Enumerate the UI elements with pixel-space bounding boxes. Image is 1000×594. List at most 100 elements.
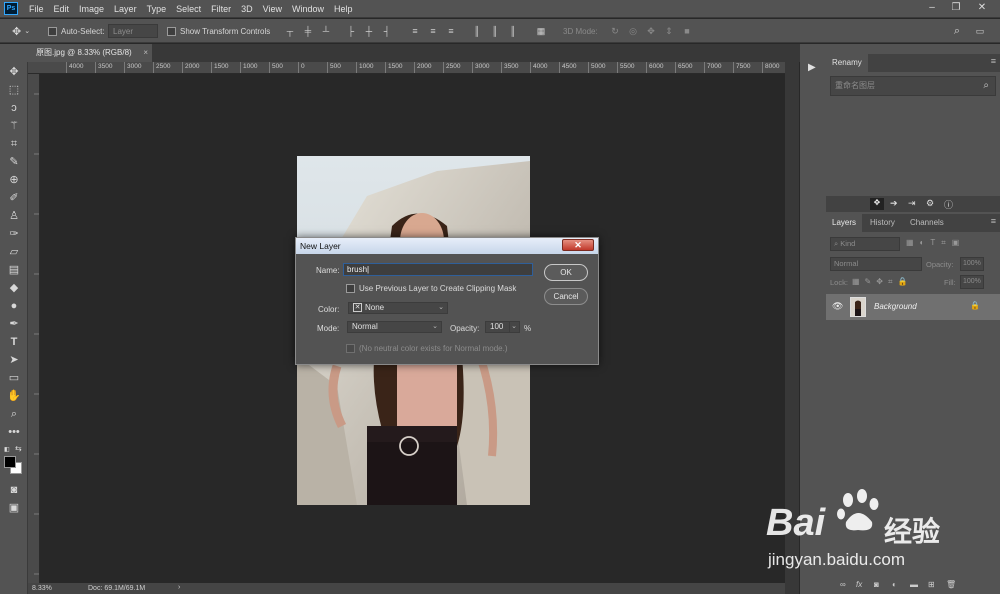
clipping-mask-checkbox[interactable] — [346, 284, 355, 293]
adjustment-layer-icon[interactable]: ◐ — [892, 580, 897, 589]
tab-layers[interactable]: Layers — [826, 214, 863, 232]
brush-tool-icon[interactable]: ✐ — [0, 190, 28, 206]
libraries-icon[interactable]: ✥ — [870, 198, 884, 210]
menu-filter[interactable]: Filter — [206, 0, 236, 18]
show-transform-checkbox[interactable]: Show Transform Controls — [167, 19, 270, 43]
trash-icon[interactable]: 🗑 — [946, 580, 956, 589]
auto-select-checkbox[interactable]: Auto-Select: — [48, 19, 105, 43]
document-tab[interactable]: 原图.jpg @ 8.33% (RGB/8) × — [0, 44, 152, 62]
3d-pan-icon[interactable]: ✥ — [646, 25, 656, 37]
menu-window[interactable]: Window — [287, 0, 329, 18]
align-bottom-icon[interactable]: ┴ — [321, 25, 331, 37]
gear-icon[interactable]: ⚙ — [926, 198, 934, 209]
move-tool-icon[interactable]: ✥ — [0, 64, 28, 80]
healing-tool-icon[interactable]: ⊕ — [0, 172, 28, 188]
menu-select[interactable]: Select — [171, 0, 206, 18]
3d-slide-icon[interactable]: ⇕ — [664, 25, 674, 37]
expand-panels-icon[interactable]: ▶ — [808, 62, 816, 73]
layer-name[interactable]: Background — [874, 302, 917, 311]
renamy-tab[interactable]: Renamy — [826, 54, 868, 72]
zoom-level[interactable]: 8.33% — [32, 585, 52, 592]
search-icon[interactable]: ⌕ — [952, 25, 962, 37]
menu-help[interactable]: Help — [329, 0, 358, 18]
3d-rotate-icon[interactable]: ↻ — [610, 25, 620, 37]
blend-mode-dropdown[interactable]: Normal — [830, 257, 922, 271]
history-brush-tool-icon[interactable]: ✑ — [0, 226, 28, 242]
panel-menu-icon[interactable]: ≡ — [991, 216, 996, 226]
zoom-tool-icon[interactable]: ⌕ — [0, 406, 28, 422]
screen-mode-icon[interactable]: ▣ — [0, 500, 28, 516]
layer-name-input[interactable]: brush| — [343, 263, 533, 276]
swap-colors-icon[interactable]: ⇆ — [15, 444, 22, 453]
new-layer-icon[interactable]: ⊞ — [928, 580, 935, 589]
align-top-icon[interactable]: ┬ — [285, 25, 295, 37]
window-close-button[interactable]: ✕ — [972, 0, 992, 18]
status-menu-icon[interactable]: › — [178, 584, 180, 591]
quick-mask-icon[interactable]: ◙ — [0, 482, 28, 498]
color-dropdown[interactable]: ✕ None ⌄ — [348, 302, 448, 314]
more-tools-icon[interactable]: ••• — [0, 424, 28, 440]
visibility-eye-icon[interactable]: 👁 — [832, 301, 843, 312]
type-tool-icon[interactable]: T — [0, 334, 28, 350]
eyedropper-tool-icon[interactable]: ✎ — [0, 154, 28, 170]
arrow-icon[interactable]: ➔ — [890, 198, 898, 209]
minimize-button[interactable]: – — [922, 0, 942, 18]
tab-history[interactable]: History — [864, 214, 901, 232]
eraser-tool-icon[interactable]: ▱ — [0, 244, 28, 260]
neutral-fill-checkbox[interactable] — [346, 344, 355, 353]
distribute-bottom-icon[interactable]: ≡ — [446, 25, 456, 37]
align-hcenter-icon[interactable]: ┼ — [364, 25, 374, 37]
menu-file[interactable]: File — [24, 0, 49, 18]
distribute-top-icon[interactable]: ≡ — [410, 25, 420, 37]
3d-camera-icon[interactable]: ■ — [682, 25, 692, 37]
layer-opacity-input[interactable]: 100% — [960, 257, 984, 271]
hand-tool-icon[interactable]: ✋ — [0, 388, 28, 404]
workspace-icon[interactable]: ▭ — [975, 25, 985, 37]
menu-edit[interactable]: Edit — [49, 0, 75, 18]
pen-tool-icon[interactable]: ✒ — [0, 316, 28, 332]
link-layers-icon[interactable]: ∞ — [840, 580, 846, 589]
default-colors-icon[interactable]: ◧ — [4, 446, 12, 453]
align-vcenter-icon[interactable]: ╪ — [303, 25, 313, 37]
distribute-hcenter-icon[interactable]: ║ — [490, 25, 500, 37]
layer-filter-icons[interactable]: ▦◐T⌗▣ — [906, 238, 965, 248]
distribute-left-icon[interactable]: ║ — [472, 25, 482, 37]
tab-close-icon[interactable]: × — [143, 44, 148, 62]
layer-row-background[interactable]: 👁 Background 🔒 — [826, 294, 1000, 320]
menu-layer[interactable]: Layer — [109, 0, 142, 18]
path-selection-tool-icon[interactable]: ➤ — [0, 352, 28, 368]
tab-channels[interactable]: Channels — [904, 214, 950, 232]
3d-roll-icon[interactable]: ◎ — [628, 25, 638, 37]
magic-wand-tool-icon[interactable]: ⚚ — [0, 118, 28, 134]
ok-button[interactable]: OK — [544, 264, 588, 281]
restore-button[interactable]: ❐ — [946, 0, 966, 18]
rectangle-tool-icon[interactable]: ▭ — [0, 370, 28, 386]
distribute-right-icon[interactable]: ║ — [508, 25, 518, 37]
auto-align-icon[interactable]: ▦ — [536, 25, 546, 37]
opacity-input[interactable]: 100 — [485, 321, 511, 333]
filter-kind-dropdown[interactable]: ⌕ Kind — [830, 237, 900, 251]
layer-mask-icon[interactable]: ◙ — [874, 580, 879, 589]
cancel-button[interactable]: Cancel — [544, 288, 588, 305]
menu-image[interactable]: Image — [74, 0, 109, 18]
align-left-icon[interactable]: ├ — [346, 25, 356, 37]
auto-select-dropdown[interactable]: Layer — [108, 19, 158, 43]
panel-menu-icon[interactable]: ≡ — [991, 56, 996, 66]
align-right-icon[interactable]: ┤ — [382, 25, 392, 37]
menu-view[interactable]: View — [258, 0, 287, 18]
dialog-close-button[interactable]: ✕ — [562, 239, 594, 251]
fill-input[interactable]: 100% — [960, 275, 984, 289]
group-icon[interactable]: ▬ — [910, 580, 918, 589]
gradient-tool-icon[interactable]: ▤ — [0, 262, 28, 278]
foreground-color-swatch[interactable] — [4, 456, 16, 468]
info-icon[interactable]: ⓘ — [944, 198, 953, 211]
rename-search-field[interactable]: 重命名图层 ⌕ — [830, 76, 996, 96]
blur-tool-icon[interactable]: ◆ — [0, 280, 28, 296]
dialog-title-bar[interactable]: New Layer ✕ — [296, 238, 598, 254]
mode-dropdown[interactable]: Normal ⌄ — [347, 321, 442, 333]
stamp-tool-icon[interactable]: ♙ — [0, 208, 28, 224]
menu-3d[interactable]: 3D — [236, 0, 258, 18]
dodge-tool-icon[interactable]: ● — [0, 298, 28, 314]
layer-style-icon[interactable]: fx — [856, 580, 862, 589]
menu-type[interactable]: Type — [142, 0, 172, 18]
